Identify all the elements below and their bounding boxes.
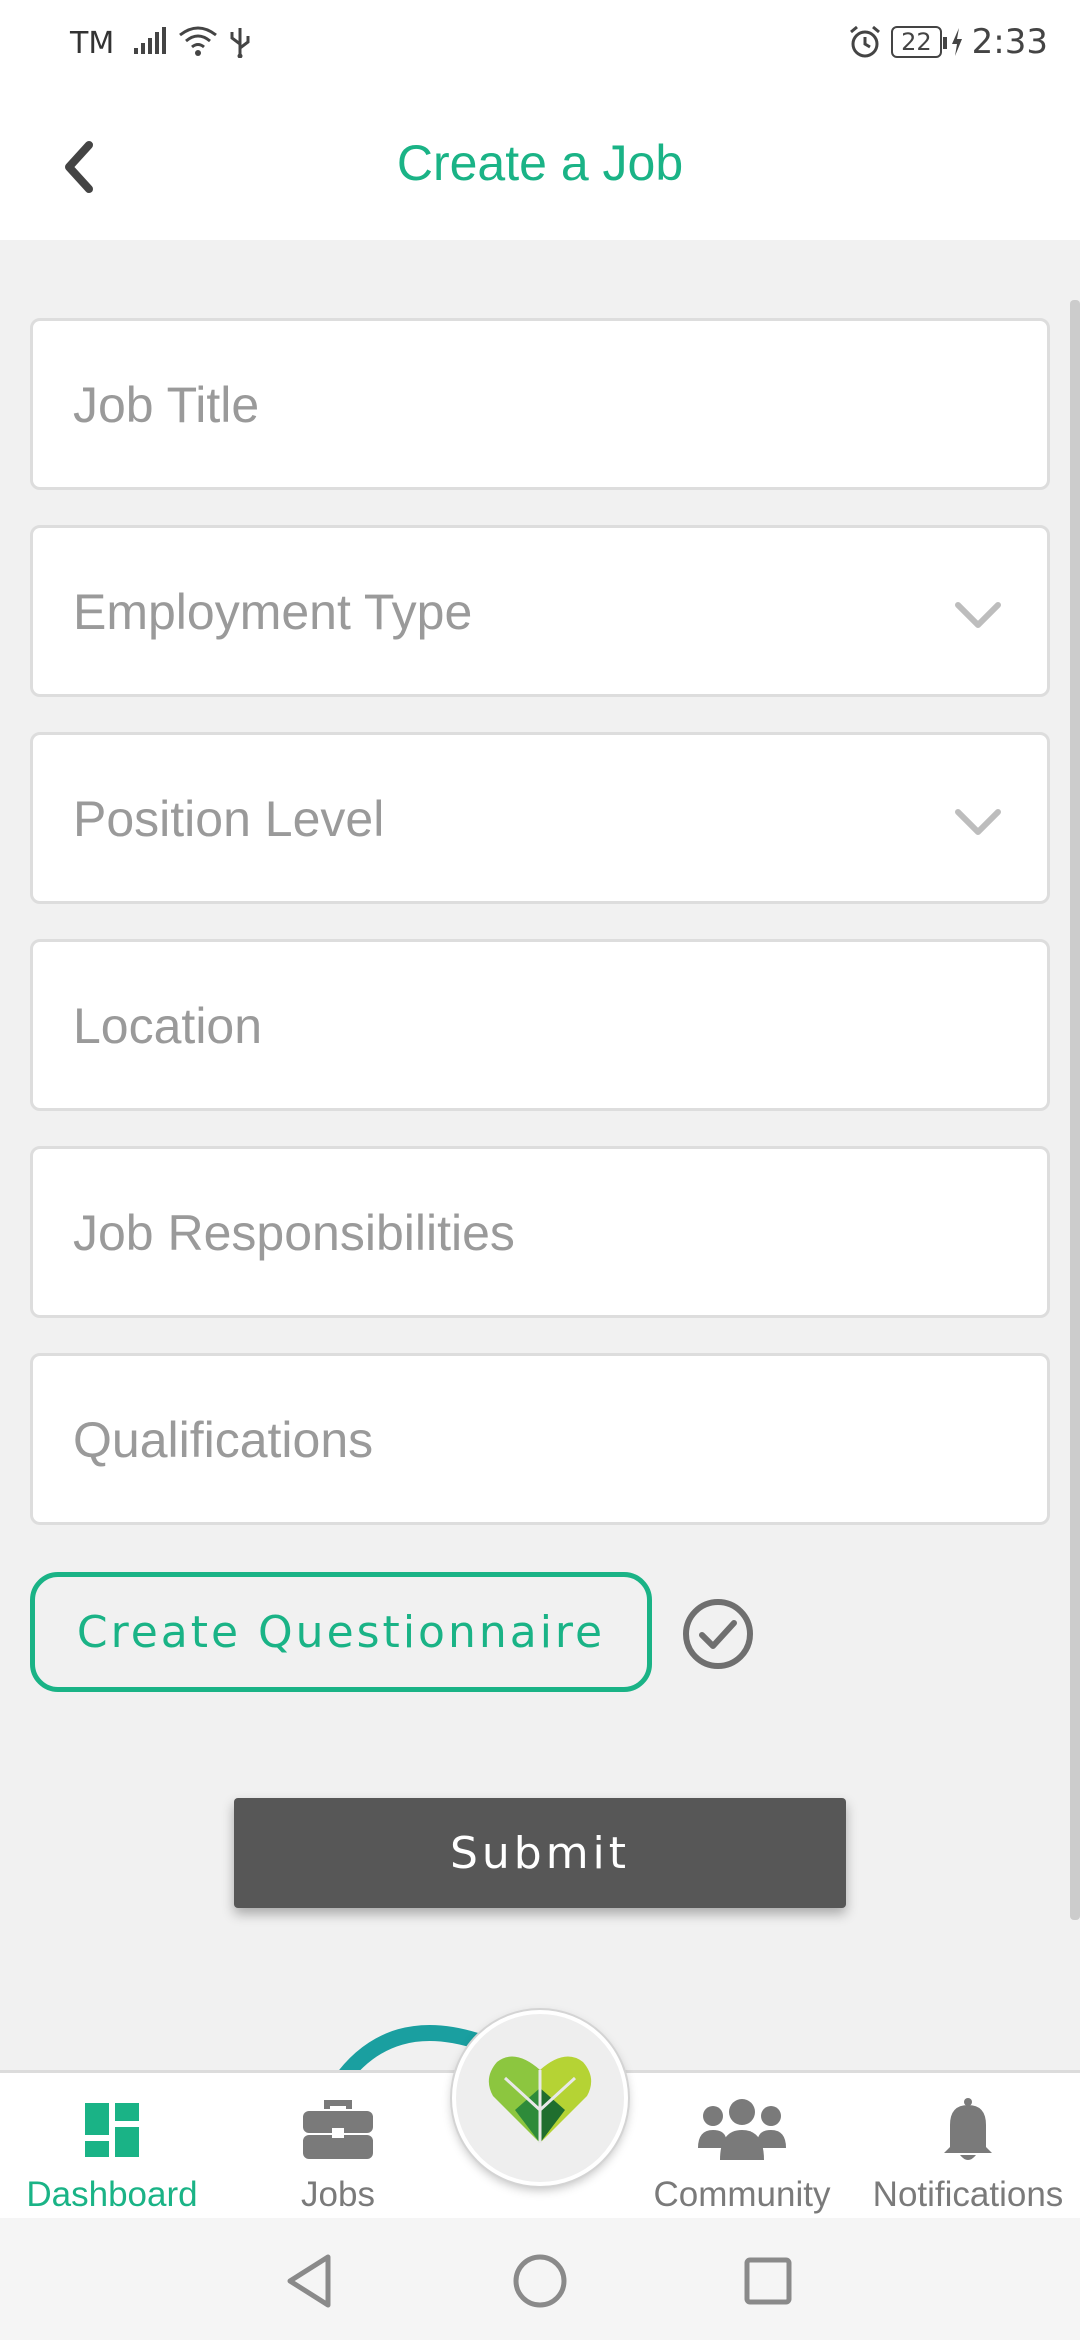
qualifications-field[interactable]: Qualifications [30, 1353, 1050, 1525]
heart-leaf-logo [488, 2056, 592, 2143]
nav-dashboard-label: Dashboard [26, 2175, 198, 2214]
employment-type-select[interactable]: Employment Type [30, 525, 1050, 697]
employment-type-placeholder: Employment Type [73, 584, 473, 640]
system-recents-button[interactable] [733, 2246, 803, 2316]
carrier-label: TM [70, 26, 115, 61]
charging-icon [951, 28, 962, 56]
usb-icon [230, 28, 250, 58]
status-bar: TM 22 2:33 [0, 0, 1080, 92]
system-home-button[interactable] [505, 2246, 575, 2316]
submit-button[interactable]: Submit [234, 1798, 846, 1908]
nav-notifications[interactable]: Notifications [860, 2073, 1076, 2221]
square-recents-icon [744, 2257, 792, 2305]
nav-community[interactable]: Community [634, 2073, 850, 2221]
nav-dashboard[interactable]: Dashboard [4, 2073, 220, 2221]
people-icon [698, 2099, 786, 2160]
alarm-icon [850, 25, 881, 58]
bell-icon [944, 2098, 992, 2160]
location-placeholder: Location [73, 998, 263, 1054]
nav-community-label: Community [653, 2175, 831, 2214]
signal-icon [134, 27, 166, 54]
page-title: Create a Job [396, 135, 684, 191]
wifi-icon [179, 26, 217, 56]
home-center-button[interactable] [452, 2010, 628, 2186]
location-field[interactable]: Location [30, 939, 1050, 1111]
status-right-icons: 22 2:33 [847, 22, 1048, 62]
circle-home-icon [513, 2254, 567, 2308]
position-level-placeholder: Position Level [73, 791, 385, 847]
position-level-select[interactable]: Position Level [30, 732, 1050, 904]
job-responsibilities-field[interactable]: Job Responsibilities [30, 1146, 1050, 1318]
job-responsibilities-placeholder: Job Responsibilities [73, 1205, 515, 1261]
triangle-back-icon [287, 2254, 331, 2308]
app-header: Create a Job [0, 92, 1080, 240]
briefcase-icon [303, 2100, 373, 2159]
qualifications-placeholder: Qualifications [73, 1412, 374, 1468]
nav-jobs[interactable]: Jobs [230, 2073, 446, 2221]
scrollbar[interactable] [1070, 300, 1080, 1920]
system-back-button[interactable] [274, 2246, 344, 2316]
chevron-down-icon [955, 602, 1001, 628]
nav-jobs-label: Jobs [301, 2175, 375, 2214]
job-title-field[interactable]: Job Title [30, 318, 1050, 490]
job-title-placeholder: Job Title [73, 377, 260, 433]
chevron-down-icon [955, 809, 1001, 835]
clock-time: 2:33 [971, 22, 1048, 62]
status-left-icons [132, 24, 252, 58]
check-circle-icon [683, 1599, 753, 1669]
battery-icon: 22 [891, 26, 947, 58]
create-questionnaire-button[interactable]: Create Questionnaire [30, 1572, 652, 1692]
nav-notifications-label: Notifications [872, 2175, 1064, 2214]
system-nav-bar [0, 2218, 1080, 2340]
dashboard-icon [85, 2103, 139, 2157]
